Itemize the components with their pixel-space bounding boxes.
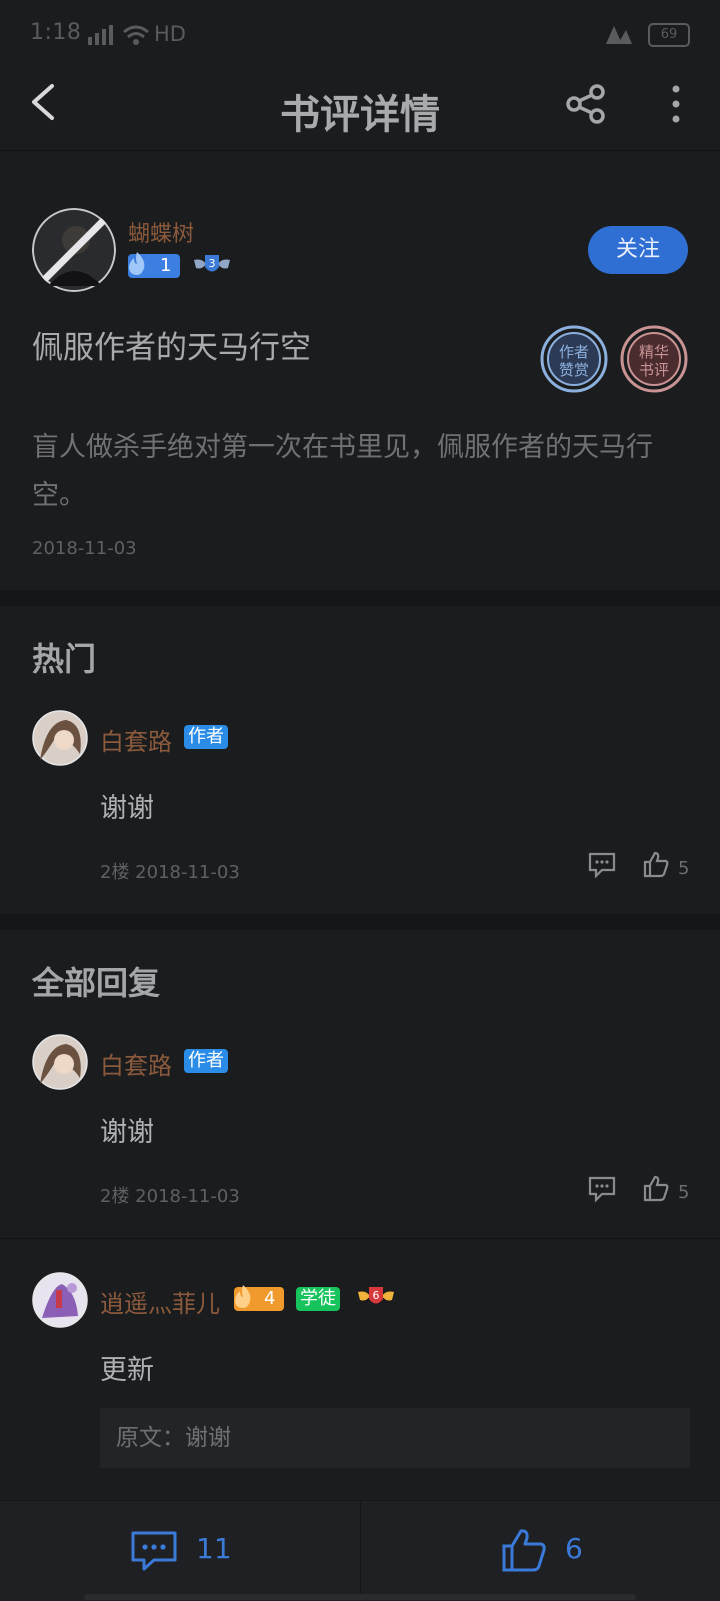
reply-avatar[interactable]	[32, 1272, 88, 1328]
quoted-original-text: 原文：谢谢	[100, 1408, 690, 1468]
comment-icon	[131, 1531, 177, 1571]
network-label: HD	[154, 22, 186, 46]
reply-username[interactable]: 逍遥灬菲儿	[100, 1284, 220, 1319]
rank-badge: 6	[356, 1284, 396, 1312]
featured-review-stamp: 精华 书评	[620, 325, 688, 393]
section-divider	[0, 590, 720, 606]
reply-avatar[interactable]	[32, 1034, 88, 1090]
winged-shield-icon: 6	[358, 1287, 394, 1304]
svg-text:精华: 精华	[639, 343, 669, 361]
status-time: 1:18	[30, 20, 82, 45]
more-button[interactable]	[654, 80, 698, 128]
svg-text:书评: 书评	[639, 361, 669, 379]
comment-icon	[588, 1176, 616, 1203]
reviewer-avatar[interactable]	[32, 208, 116, 292]
notification-icon	[604, 24, 632, 50]
reply-like-count: 5	[678, 1182, 690, 1203]
status-bar: 1:18 HD 69	[0, 0, 720, 70]
svg-text:赞赏: 赞赏	[559, 361, 589, 379]
page-title: 书评详情	[280, 91, 440, 138]
hot-reply-avatar[interactable]	[32, 710, 88, 766]
thumbs-up-icon	[643, 1175, 669, 1202]
hot-reply-username[interactable]: 白套路	[100, 722, 172, 757]
reviewer-name[interactable]: 蝴蝶树	[128, 216, 194, 248]
flame-icon	[129, 252, 145, 275]
home-indicator	[84, 1594, 636, 1600]
review-body: 盲人做杀手绝对第一次在书里见，佩服作者的天马行空。	[32, 432, 653, 511]
svg-text:3: 3	[209, 257, 216, 270]
reply-text: 谢谢	[100, 1117, 154, 1148]
share-icon	[566, 84, 605, 124]
all-replies-title: 全部回复	[32, 964, 161, 1002]
review-date: 2018-11-03	[32, 538, 137, 559]
hot-reply-meta: 2楼 2018-11-03	[100, 862, 240, 883]
hot-reply-like-count: 5	[678, 858, 690, 879]
svg-text:作者: 作者	[559, 343, 589, 361]
author-badge: 作者	[184, 1049, 228, 1073]
fan-level-badge: 4	[234, 1285, 284, 1311]
section-divider	[0, 914, 720, 930]
winged-shield-icon: 3	[194, 255, 230, 272]
rank-badge: 3	[192, 252, 232, 280]
reply-meta: 2楼 2018-11-03	[100, 1186, 240, 1207]
fan-level-badge: 1	[128, 252, 180, 278]
hot-section-title: 热门	[32, 640, 97, 678]
hot-reply-like-button[interactable]	[642, 850, 672, 880]
reply-text: 更新	[100, 1355, 154, 1386]
flame-icon	[235, 1285, 251, 1308]
thumbs-up-icon	[643, 851, 669, 878]
more-vertical-icon	[672, 85, 680, 123]
share-button[interactable]	[562, 80, 610, 128]
review-title: 佩服作者的天马行空	[32, 330, 311, 366]
reply-like-button[interactable]	[642, 1174, 672, 1204]
comment-icon	[588, 852, 616, 879]
battery-indicator: 69	[648, 23, 690, 47]
wifi-icon	[122, 24, 150, 50]
reply-comment-button[interactable]	[588, 1176, 616, 1204]
thumbs-up-icon	[502, 1529, 546, 1572]
reply-username[interactable]: 白套路	[100, 1046, 172, 1081]
hot-reply-text: 谢谢	[100, 793, 154, 824]
author-badge: 作者	[184, 725, 228, 749]
reply-divider	[0, 1238, 720, 1239]
svg-text:6: 6	[373, 1289, 380, 1302]
author-appreciated-stamp: 作者 赞赏	[540, 325, 608, 393]
like-count-button[interactable]: 6	[361, 1500, 720, 1600]
comment-count-button[interactable]: 11	[0, 1500, 360, 1600]
signal-icon	[88, 25, 114, 49]
hot-reply-comment-button[interactable]	[588, 852, 616, 880]
follow-button[interactable]: 关注	[588, 226, 688, 274]
apprentice-badge: 学徒	[296, 1287, 340, 1311]
